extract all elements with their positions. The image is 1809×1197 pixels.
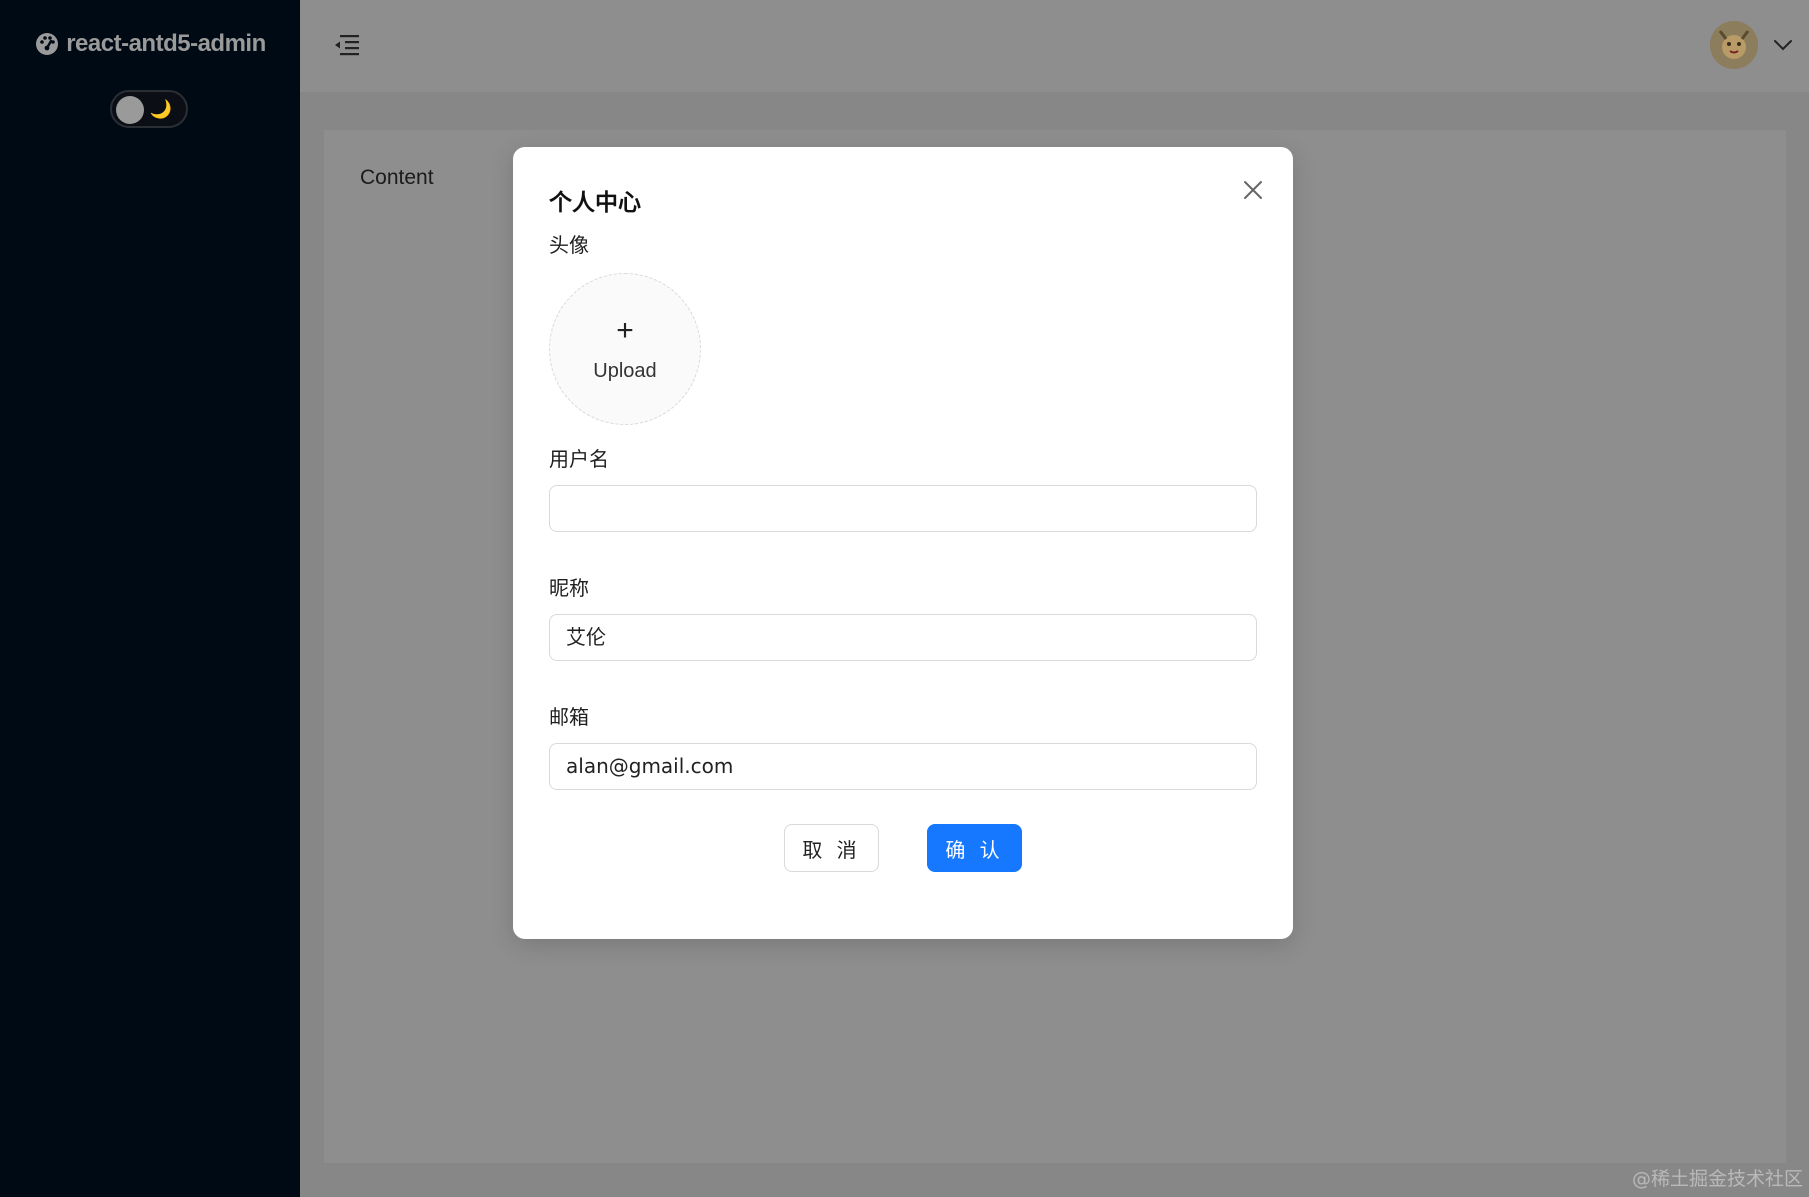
sidebar: react-antd5-admin 🌙	[0, 0, 300, 1197]
watermark: @稀土掘金技术社区	[1631, 1168, 1803, 1190]
confirm-button[interactable]: 确 认	[927, 824, 1022, 872]
toggle-knob	[116, 96, 144, 124]
username-label: 用户名	[549, 447, 609, 471]
theme-toggle[interactable]: 🌙	[110, 90, 188, 128]
app-root: react-antd5-admin 🌙 Content @稀土掘金技术社区 个人…	[0, 0, 1809, 1197]
chevron-down-icon[interactable]	[1772, 34, 1794, 56]
top-header	[300, 0, 1809, 92]
email-input[interactable]: alan@gmail.com	[549, 743, 1257, 790]
plus-icon: +	[616, 313, 634, 347]
email-label: 邮箱	[549, 705, 589, 729]
modal-title: 个人中心	[549, 190, 641, 216]
content-text: Content	[360, 166, 434, 189]
dashboard-icon	[36, 33, 59, 55]
close-icon[interactable]	[1238, 175, 1268, 205]
nickname-input[interactable]: 艾伦	[549, 614, 1257, 661]
moon-icon: 🌙	[149, 99, 172, 119]
profile-modal: 个人中心 头像 + Upload 用户名 昵称 艾伦 邮箱 alan@gmail…	[513, 147, 1293, 939]
username-input[interactable]	[549, 485, 1257, 532]
avatar-label: 头像	[549, 233, 589, 257]
menu-fold-icon[interactable]	[334, 34, 360, 56]
nickname-label: 昵称	[549, 576, 589, 600]
avatar[interactable]	[1710, 21, 1758, 69]
cancel-button[interactable]: 取 消	[784, 824, 879, 872]
avatar-upload[interactable]: + Upload	[549, 273, 701, 425]
logo-text: react-antd5-admin	[66, 30, 266, 57]
upload-text: Upload	[593, 359, 657, 382]
logo: react-antd5-admin	[0, 26, 300, 62]
